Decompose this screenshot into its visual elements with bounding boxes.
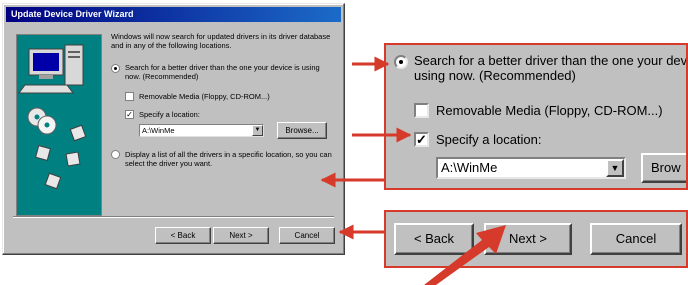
zoom-removable-label[interactable]: Removable Media (Floppy, CD-ROM...) [436,103,663,118]
location-value: A:\WinMe [142,126,175,135]
zoom-browse-button[interactable]: Brow [641,153,686,183]
zoom-specify-checkbox[interactable]: ✓ [414,132,429,147]
zoom-chevron-down-icon[interactable]: ▼ [606,159,624,177]
cancel-button[interactable]: Cancel [279,227,335,244]
wizard-dialog: Update Device Driver Wizard Windows will [2,3,345,255]
search-radio[interactable] [111,64,120,73]
specify-location-label[interactable]: Specify a location: [139,110,329,119]
removable-media-label[interactable]: Removable Media (Floppy, CD-ROM...) [139,92,329,101]
computer-and-discs-icon [18,44,87,190]
chevron-down-icon[interactable]: ▼ [252,125,263,136]
zoom-location-combo[interactable]: A:\WinMe ▼ [436,157,626,179]
zoom-search-radio[interactable] [394,55,408,69]
specify-location-checkbox[interactable]: ✓ [125,110,134,119]
zoom-next-button[interactable]: Next > [484,223,572,255]
zoom-search-label-line1[interactable]: Search for a better driver than the one … [414,53,686,68]
zoom-search-label-line2[interactable]: using now. (Recommended) [414,68,576,83]
removable-media-checkbox[interactable] [125,92,134,101]
next-button[interactable]: Next > [213,227,269,244]
zoom-specify-label[interactable]: Specify a location: [436,132,542,147]
zoom-location-value: A:\WinMe [441,160,498,175]
zoom-removable-checkbox[interactable] [414,103,429,118]
display-list-label[interactable]: Display a list of all the drivers in a s… [125,150,335,168]
zoom-cancel-button[interactable]: Cancel [590,223,682,255]
wizard-illustration [16,34,102,216]
zoom-buttons-panel: < Back Next > Cancel [384,210,688,268]
back-button[interactable]: < Back [155,227,211,244]
search-option-label[interactable]: Search for a better driver than the one … [125,63,333,81]
divider [13,216,334,218]
zoom-options-panel: Search for a better driver than the one … [384,43,688,190]
zoom-back-button[interactable]: < Back [394,223,474,255]
intro-text: Windows will now search for updated driv… [111,32,331,50]
dialog-title: Update Device Driver Wizard [6,7,341,22]
display-list-radio[interactable] [111,150,120,159]
browse-button[interactable]: Browse... [277,122,327,139]
location-combo[interactable]: A:\WinMe ▼ [139,124,264,137]
